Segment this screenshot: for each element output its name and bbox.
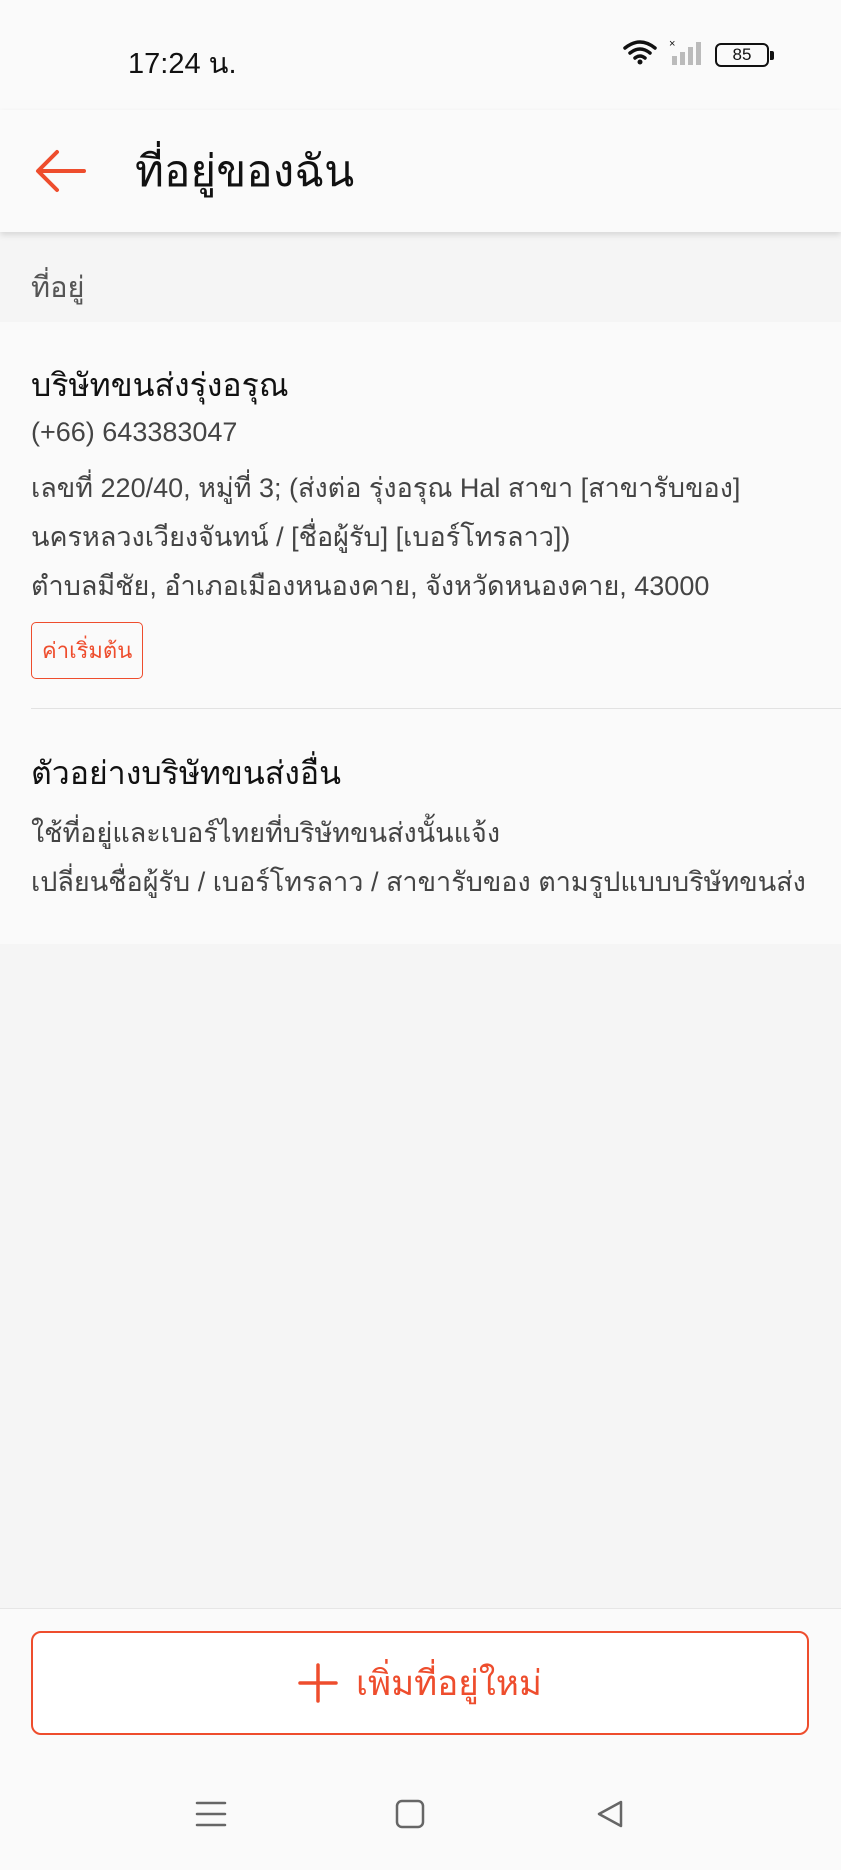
- address-line-3: ตำบลมีชัย, อำเภอเมืองหนองคาย, จังหวัดหนอ…: [31, 571, 710, 601]
- arrow-left-icon: [36, 150, 86, 192]
- example-line-1: ใช้ที่อยู่และเบอร์ไทยที่บริษัทขนส่งนั้นแ…: [31, 818, 501, 848]
- status-bar: 17:24 น. × 85: [0, 0, 841, 110]
- default-badge: ค่าเริ่มต้น: [31, 622, 144, 679]
- svg-text:×: ×: [669, 38, 675, 50]
- back-triangle-icon[interactable]: [585, 1789, 635, 1839]
- example-line-2: เปลี่ยนชื่อผู้รับ / เบอร์โทรลาว / สาขารั…: [31, 867, 806, 897]
- back-button[interactable]: [30, 141, 90, 201]
- bottom-bar: เพิ่มที่อยู่ใหม่: [0, 1608, 841, 1870]
- address-phone: (+66) 643383047: [31, 417, 238, 447]
- address-line-1: เลขที่ 220/40, หมู่ที่ 3; (ส่งต่อ รุ่งอร…: [31, 473, 741, 503]
- address-name: บริษัทขนส่งรุ่งอรุณ: [31, 367, 289, 403]
- add-address-label: เพิ่มที่อยู่ใหม่: [356, 1663, 542, 1703]
- battery-icon: 85: [715, 42, 774, 67]
- section-label: ที่อยู่: [31, 272, 85, 304]
- menu-icon[interactable]: [186, 1789, 236, 1839]
- add-address-button[interactable]: เพิ่มที่อยู่ใหม่: [31, 1631, 809, 1735]
- wifi-icon: [623, 39, 657, 70]
- address-line-2: นครหลวงเวียงจันทน์ / [ชื่อผู้รับ] [เบอร์…: [31, 522, 571, 552]
- signal-icon: ×: [669, 38, 703, 71]
- app-header: ที่อยู่ของฉัน: [0, 110, 841, 232]
- status-time: 17:24 น.: [128, 48, 237, 80]
- status-icons: × 85: [623, 38, 774, 71]
- divider: [31, 708, 841, 709]
- example-title: ตัวอย่างบริษัทขนส่งอื่น: [31, 755, 341, 791]
- system-nav-bar: [0, 1779, 841, 1859]
- page-title: ที่อยู่ของฉัน: [135, 147, 355, 196]
- plus-icon: [298, 1663, 338, 1703]
- address-card[interactable]: บริษัทขนส่งรุ่งอรุณ (+66) 643383047 เลขท…: [0, 322, 841, 944]
- home-square-icon[interactable]: [385, 1789, 435, 1839]
